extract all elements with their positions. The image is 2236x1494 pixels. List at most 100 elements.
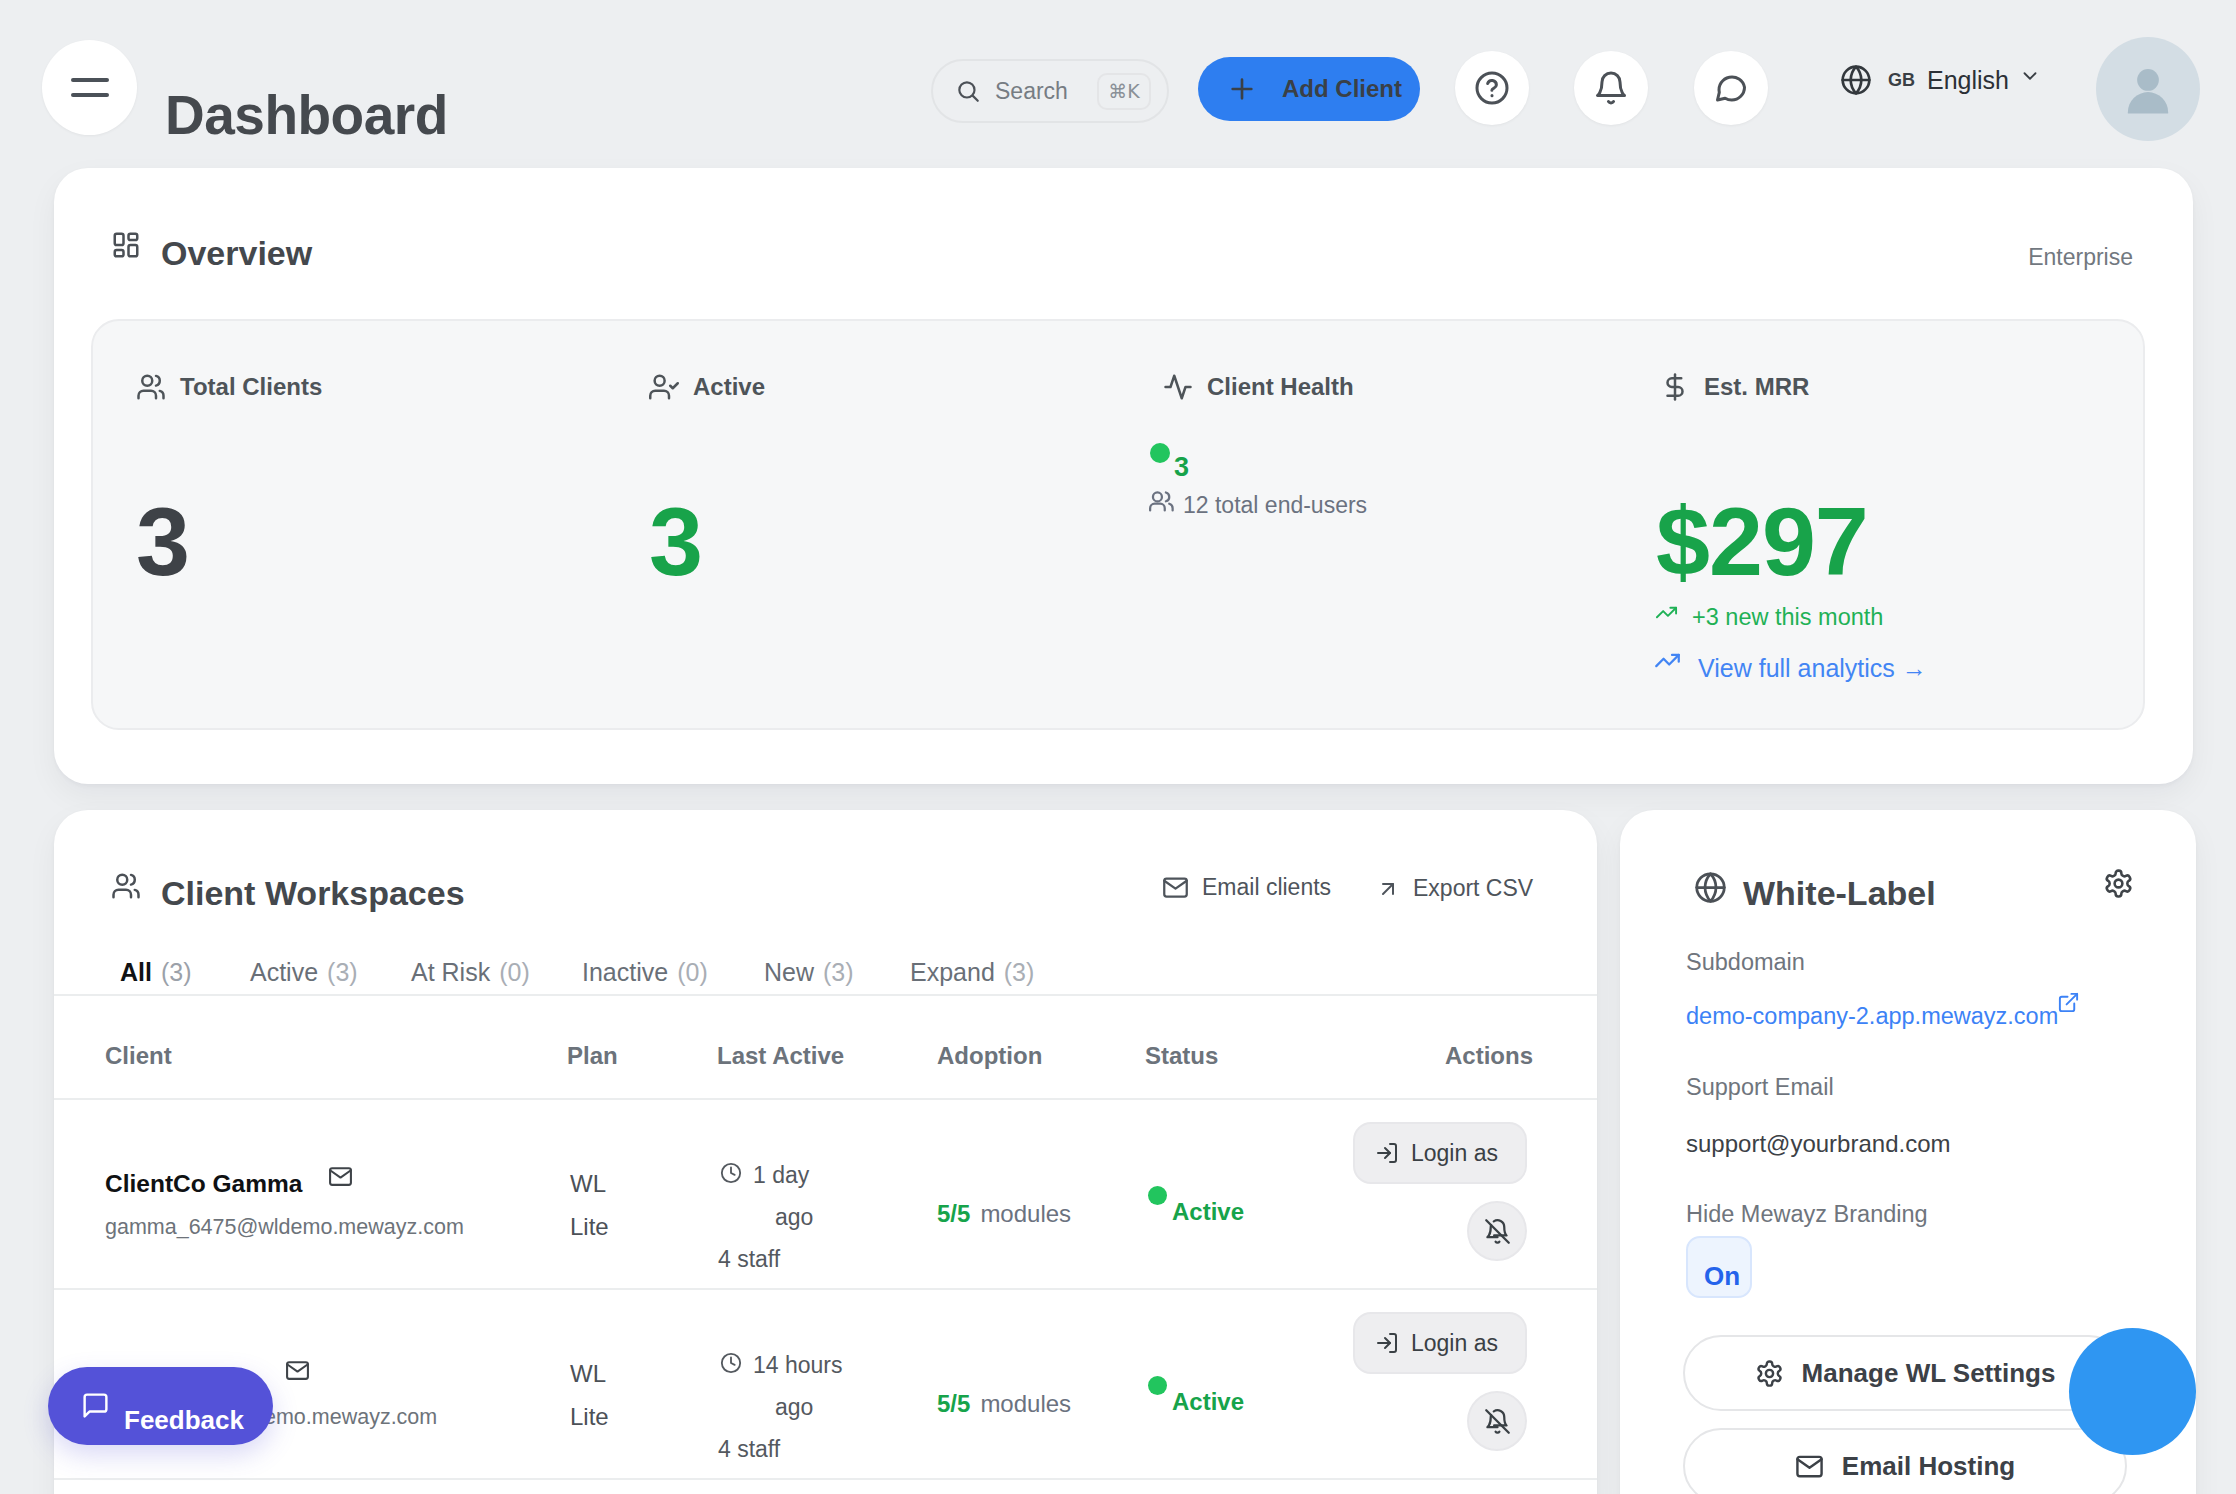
help-button[interactable]: [1455, 51, 1529, 125]
clock-icon: [720, 1352, 742, 1374]
col-status: Status: [1145, 1042, 1218, 1070]
settings-gear-icon[interactable]: [2103, 868, 2134, 899]
mute-notifications-button[interactable]: [1467, 1391, 1527, 1451]
last-active-suffix: ago: [775, 1204, 813, 1231]
chevron-down-icon: [2019, 65, 2041, 87]
globe-icon: [1840, 64, 1872, 96]
status-badge: Active: [1172, 1198, 1244, 1226]
col-last-active: Last Active: [717, 1042, 844, 1070]
login-as-button[interactable]: Login as: [1353, 1122, 1527, 1184]
stat-value-mrr: $297: [1656, 493, 1868, 590]
col-actions: Actions: [1445, 1042, 1533, 1070]
client-email: emo.mewayz.com: [264, 1405, 437, 1430]
subdomain-link[interactable]: demo-company-2.app.mewayz.com: [1686, 1003, 2058, 1030]
hamburger-icon: [71, 78, 109, 82]
branding-label: Hide Mewayz Branding: [1686, 1201, 1928, 1228]
tab-new[interactable]: New(3): [764, 958, 854, 987]
workspaces-title: Client Workspaces: [161, 874, 465, 913]
email-hosting-button[interactable]: Email Hosting: [1683, 1428, 2127, 1494]
language-selector[interactable]: GB English: [1840, 64, 2041, 96]
bell-off-icon: [1484, 1218, 1511, 1245]
subdomain-label: Subdomain: [1686, 949, 1805, 976]
chat-fab-button[interactable]: [2069, 1328, 2196, 1455]
mute-notifications-button[interactable]: [1467, 1201, 1527, 1261]
login-as-button[interactable]: Login as: [1353, 1312, 1527, 1374]
workspaces-users-icon: [111, 871, 141, 901]
staff-count: 4 staff: [718, 1246, 780, 1273]
last-active-main: 1 day: [753, 1162, 809, 1189]
notifications-button[interactable]: [1574, 51, 1648, 125]
log-in-icon: [1375, 1141, 1399, 1165]
client-mail-icon[interactable]: [285, 1358, 310, 1383]
user-check-icon: [649, 372, 679, 402]
end-users-icon: [1149, 489, 1176, 516]
stat-label-client-health: Client Health: [1207, 373, 1354, 401]
col-plan: Plan: [567, 1042, 618, 1070]
plus-icon: [1226, 73, 1258, 105]
user-icon: [2117, 58, 2179, 120]
help-icon: [1474, 70, 1510, 106]
overview-card: Overview Enterprise Total Clients 3 Acti…: [54, 168, 2193, 784]
status-dot: [1148, 1376, 1167, 1395]
search-placeholder: Search: [995, 78, 1068, 105]
last-active-main: 14 hours: [753, 1352, 843, 1379]
chat-button[interactable]: [1694, 51, 1768, 125]
manage-wl-settings-button[interactable]: Manage WL Settings: [1683, 1335, 2127, 1411]
col-client: Client: [105, 1042, 172, 1070]
dollar-icon: [1660, 372, 1690, 402]
stat-label-mrr: Est. MRR: [1704, 373, 1809, 401]
client-mail-icon[interactable]: [328, 1164, 353, 1189]
stat-label-total-clients: Total Clients: [180, 373, 322, 401]
add-client-button[interactable]: Add Client: [1198, 57, 1420, 121]
adoption-unit: modules: [980, 1390, 1071, 1417]
adoption-value: 5/5: [937, 1200, 970, 1227]
tab-active[interactable]: Active(3): [250, 958, 358, 987]
health-dot: [1150, 443, 1170, 463]
arrow-up-right-icon: [1376, 877, 1400, 901]
overview-title: Overview: [161, 234, 312, 273]
support-email-label: Support Email: [1686, 1074, 1834, 1101]
status-badge: Active: [1172, 1388, 1244, 1416]
staff-count: 4 staff: [718, 1436, 780, 1463]
last-active-suffix: ago: [775, 1394, 813, 1421]
client-name: ClientCo Gamma: [105, 1170, 302, 1198]
adoption-value: 5/5: [937, 1390, 970, 1417]
chat-icon: [1713, 70, 1749, 106]
support-email-value: support@yourbrand.com: [1686, 1130, 1951, 1158]
mail-icon: [1162, 874, 1189, 901]
user-avatar[interactable]: [2096, 37, 2200, 141]
search-input[interactable]: Search ⌘K: [931, 59, 1169, 123]
users-icon: [136, 372, 166, 402]
clock-icon: [720, 1162, 742, 1184]
client-email: gamma_6475@wldemo.mewayz.com: [105, 1215, 464, 1240]
feedback-button[interactable]: Feedback: [48, 1367, 273, 1445]
status-dot: [1148, 1186, 1167, 1205]
adoption-unit: modules: [980, 1200, 1071, 1227]
tab-expand[interactable]: Expand(3): [910, 958, 1034, 987]
tab-at-risk[interactable]: At Risk(0): [411, 958, 530, 987]
tab-all[interactable]: All(3): [120, 958, 192, 987]
activity-icon: [1163, 372, 1193, 402]
client-plan: WL Lite: [570, 1352, 632, 1438]
plan-badge: Enterprise: [2028, 244, 2133, 271]
page-title: Dashboard: [165, 88, 448, 143]
search-shortcut: ⌘K: [1097, 73, 1151, 110]
tab-inactive[interactable]: Inactive(0): [582, 958, 708, 987]
bell-off-icon: [1484, 1408, 1511, 1435]
language-code: GB: [1888, 70, 1915, 91]
gear-icon: [1755, 1359, 1784, 1388]
stat-value-active: 3: [649, 493, 702, 590]
menu-button[interactable]: [42, 40, 137, 135]
email-clients-button[interactable]: Email clients: [1162, 874, 1331, 901]
view-analytics-link[interactable]: View full analytics →: [1698, 654, 1927, 683]
white-label-title: White-Label: [1743, 874, 1936, 913]
branding-toggle[interactable]: On: [1686, 1236, 1752, 1298]
bell-icon: [1593, 70, 1629, 106]
end-users-text: 12 total end-users: [1183, 492, 1367, 519]
language-name: English: [1927, 66, 2009, 95]
mail-icon: [1795, 1452, 1824, 1481]
export-csv-button[interactable]: Export CSV: [1376, 875, 1533, 902]
search-icon: [955, 78, 981, 104]
trending-up-icon: [1655, 601, 1678, 624]
external-link-icon[interactable]: [2057, 991, 2080, 1014]
